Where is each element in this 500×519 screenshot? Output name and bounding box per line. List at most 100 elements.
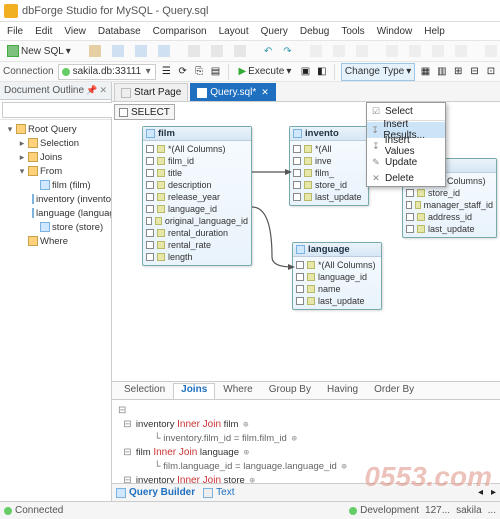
column-checkbox[interactable] (146, 193, 154, 201)
join-clause[interactable]: └ inventory.film_id = film.film_id ⊕ (118, 432, 494, 446)
connection-combo[interactable]: sakila.db:33111▾ (58, 64, 157, 80)
menu-debug[interactable]: Debug (295, 25, 334, 38)
tree-from[interactable]: ▾From (0, 164, 111, 178)
column-checkbox[interactable] (146, 217, 152, 225)
join-head[interactable]: ⊟ inventory Inner Join store ⊕ (118, 474, 494, 483)
outline-close-icon[interactable]: ✕ (99, 85, 107, 96)
column-item[interactable]: manager_staff_id (406, 199, 493, 211)
menu-window[interactable]: Window (372, 25, 418, 38)
tool-btn-8[interactable] (306, 42, 326, 60)
column-item[interactable]: title (146, 167, 248, 179)
column-checkbox[interactable] (406, 201, 412, 209)
tool-btn-9[interactable] (329, 42, 349, 60)
view-nav-left[interactable]: ◂ (478, 487, 483, 498)
ltab-joins[interactable]: Joins (173, 383, 215, 399)
ltab-orderby[interactable]: Order By (366, 383, 422, 399)
redo-button[interactable]: ↷ (279, 42, 295, 60)
tool-btn-4[interactable] (154, 42, 174, 60)
tool-btn-5[interactable] (184, 42, 204, 60)
column-item[interactable]: language_id (146, 203, 248, 215)
column-checkbox[interactable] (146, 253, 154, 261)
tree-from-inventory[interactable]: inventory (inventory) (0, 192, 111, 206)
tool-btn-15[interactable] (481, 42, 500, 60)
join-clause[interactable]: └ film.language_id = language.language_i… (118, 460, 494, 474)
undo-button[interactable]: ↶ (260, 42, 276, 60)
table-film[interactable]: film *(All Columns)film_idtitledescripti… (142, 126, 252, 266)
tool-btn-6[interactable] (207, 42, 227, 60)
change-type-button[interactable]: Change Type▾ (341, 63, 415, 81)
ct-ico-4[interactable]: ⊟ (468, 65, 480, 79)
column-checkbox[interactable] (146, 169, 154, 177)
column-checkbox[interactable] (293, 157, 301, 165)
column-checkbox[interactable] (293, 193, 301, 201)
column-item[interactable]: release_year (146, 191, 248, 203)
join-head[interactable]: ⊟ film Inner Join language ⊕ (118, 446, 494, 460)
column-item[interactable]: original_language_id (146, 215, 248, 227)
menu-layout[interactable]: Layout (214, 25, 254, 38)
column-checkbox[interactable] (146, 181, 154, 189)
view-text[interactable]: Text (203, 487, 234, 498)
column-item[interactable]: *(All Columns) (146, 143, 248, 155)
execute-button[interactable]: ▶Execute▾ (234, 63, 295, 81)
ltab-where[interactable]: Where (215, 383, 260, 399)
column-checkbox[interactable] (406, 225, 414, 233)
column-checkbox[interactable] (293, 145, 301, 153)
tree-from-language[interactable]: language (language) (0, 206, 111, 220)
ltab-groupby[interactable]: Group By (261, 383, 319, 399)
column-item[interactable]: store_id (406, 187, 493, 199)
tree-from-film[interactable]: film (film) (0, 178, 111, 192)
new-sql-button[interactable]: New SQL▾ (3, 42, 75, 60)
column-checkbox[interactable] (146, 241, 154, 249)
column-item[interactable]: language_id (296, 271, 378, 283)
column-checkbox[interactable] (146, 145, 154, 153)
menu-comparison[interactable]: Comparison (148, 25, 212, 38)
column-item[interactable]: name (296, 283, 378, 295)
tree-root[interactable]: ▾Root Query (0, 122, 111, 136)
column-checkbox[interactable] (146, 157, 154, 165)
ctx-delete[interactable]: ✕Delete (367, 170, 445, 186)
joins-root[interactable]: ⊟ (118, 404, 494, 418)
tree-joins[interactable]: ▸Joins (0, 150, 111, 164)
ct-ico-1[interactable]: ▦ (419, 65, 431, 79)
tool-btn-2[interactable] (108, 42, 128, 60)
ct-ico-5[interactable]: ⊡ (485, 65, 497, 79)
tab-query[interactable]: Query.sql*✕ (190, 83, 276, 101)
diagram-canvas[interactable]: SELECT film *(All Columns)film_idtitlede… (112, 102, 500, 381)
ltab-having[interactable]: Having (319, 383, 366, 399)
tree-from-store[interactable]: store (store) (0, 220, 111, 234)
conn-ico-3[interactable]: ⎘ (193, 65, 205, 79)
tab-close-icon[interactable]: ✕ (261, 87, 269, 98)
column-item[interactable]: last_update (406, 223, 493, 235)
column-item[interactable]: *(All (293, 143, 365, 155)
tab-start-page[interactable]: Start Page (114, 83, 188, 101)
column-checkbox[interactable] (296, 261, 304, 269)
menu-view[interactable]: View (59, 25, 91, 38)
ctx-insert-values[interactable]: ↧Insert Values (367, 138, 445, 154)
exec-ico-2[interactable]: ◧ (316, 65, 328, 79)
column-item[interactable]: inve (293, 155, 365, 167)
column-checkbox[interactable] (146, 205, 154, 213)
menu-tools[interactable]: Tools (336, 25, 369, 38)
ct-ico-3[interactable]: ⊞ (452, 65, 464, 79)
outline-pin-icon[interactable]: 📌 (86, 85, 97, 96)
column-checkbox[interactable] (406, 189, 414, 197)
column-item[interactable]: last_update (293, 191, 365, 203)
join-head[interactable]: ⊟ inventory Inner Join film ⊕ (118, 418, 494, 432)
menu-query[interactable]: Query (256, 25, 293, 38)
column-item[interactable]: film_id (146, 155, 248, 167)
column-item[interactable]: film_ (293, 167, 365, 179)
column-checkbox[interactable] (146, 229, 154, 237)
conn-ico-1[interactable]: ☰ (160, 65, 172, 79)
column-checkbox[interactable] (293, 181, 301, 189)
tool-btn-3[interactable] (131, 42, 151, 60)
table-inventory[interactable]: invento *(Allinvefilm_store_idlast_updat… (289, 126, 369, 206)
column-item[interactable]: last_update (296, 295, 378, 307)
column-item[interactable]: address_id (406, 211, 493, 223)
column-item[interactable]: description (146, 179, 248, 191)
menu-edit[interactable]: Edit (30, 25, 57, 38)
tool-btn-13[interactable] (428, 42, 448, 60)
menu-help[interactable]: Help (419, 25, 450, 38)
view-nav-right[interactable]: ▸ (491, 487, 496, 498)
ct-ico-2[interactable]: ▥ (436, 65, 448, 79)
column-checkbox[interactable] (406, 213, 414, 221)
